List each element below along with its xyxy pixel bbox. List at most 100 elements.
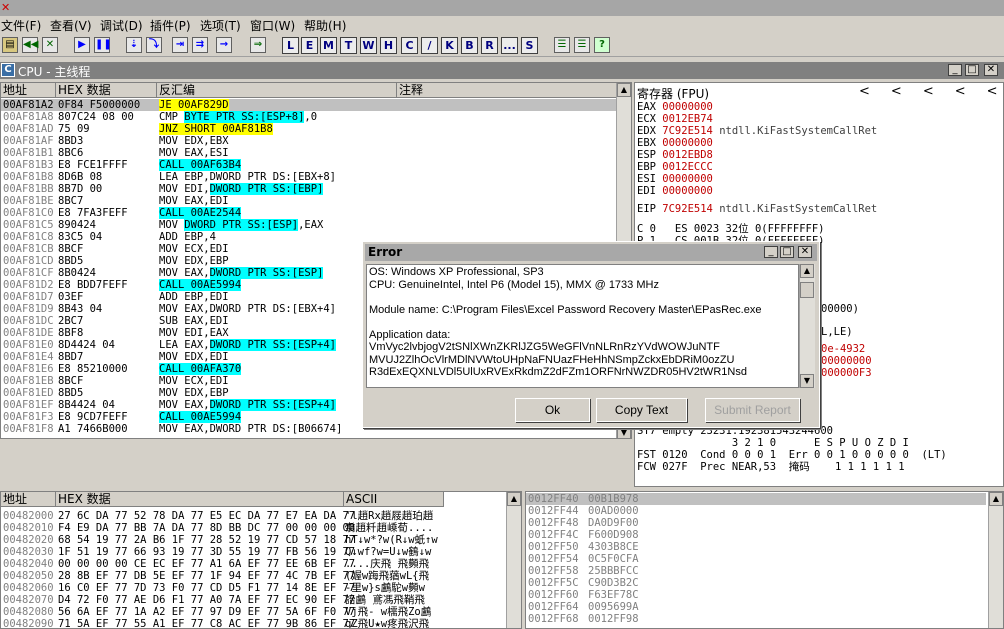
run-icon[interactable]: ▶ bbox=[74, 37, 90, 53]
stack-row[interactable]: 0012FF50 4303B8CE bbox=[526, 541, 986, 553]
disasm-row[interactable]: 00AF81B3 E8 FCE1FFFF CALL 00AF63B4 bbox=[1, 159, 618, 171]
dump-header-address[interactable]: 地址 bbox=[1, 492, 56, 507]
breakpoints-button[interactable]: B bbox=[461, 37, 478, 54]
disasm-row[interactable]: 00AF81AF 8BD3 MOV EDX,EBX bbox=[1, 135, 618, 147]
dump-row[interactable]: 00482080 56 6A EF 77 1A A2 EF 77 97 D9 EF… bbox=[1, 606, 506, 618]
disasm-row[interactable]: 00AF81C5 890424 MOV DWORD PTR SS:[ESP],EAX bbox=[1, 219, 618, 231]
trace-into-icon[interactable]: ⇥ bbox=[172, 37, 188, 53]
register-value[interactable]: 0012ECCC bbox=[656, 161, 713, 173]
dialog-scroll-down-icon[interactable]: ▼ bbox=[800, 374, 814, 388]
stack-row[interactable]: 0012FF68 0012FF98 bbox=[526, 613, 986, 625]
disasm-row[interactable]: 00AF81A8 807C24 08 00 CMP BYTE PTR SS:[ESP… bbox=[1, 111, 618, 123]
disasm-row[interactable]: 00AF81BB 8B7D 00 MOV EDI,DWORD PTR SS:[EBP… bbox=[1, 183, 618, 195]
pause-icon[interactable]: ❚❚ bbox=[94, 37, 112, 53]
source-button[interactable]: S bbox=[521, 37, 538, 54]
scroll-up-icon[interactable]: ▲ bbox=[617, 83, 631, 97]
dialog-minimize-button[interactable]: _ bbox=[764, 246, 778, 258]
execute-till-return-icon[interactable]: → bbox=[216, 37, 232, 53]
windows-button[interactable]: W bbox=[360, 37, 377, 54]
stack-row[interactable]: 0012FF5C C90D3B2C bbox=[526, 577, 986, 589]
menu-view[interactable]: 查看(V) bbox=[50, 17, 92, 34]
stack-row[interactable]: 0012FF40 00B1B978 bbox=[526, 493, 986, 505]
dump-row[interactable]: 00482090 71 5A EF 77 55 A1 EF 77 C8 AC EF… bbox=[1, 618, 506, 628]
register-value[interactable]: 00000000 bbox=[656, 173, 713, 185]
stack-row[interactable]: 0012FF4C F600D908 bbox=[526, 529, 986, 541]
executable-modules-button[interactable]: E bbox=[301, 37, 318, 54]
goto-icon[interactable]: ⇒ bbox=[250, 37, 266, 53]
stack-row[interactable]: 0012FF58 25BBBFCC bbox=[526, 565, 986, 577]
dialog-scroll-up-icon[interactable]: ▲ bbox=[800, 264, 814, 278]
stack-pane[interactable]: 0012FF40 00B1B978 0012FF44 00AD0000 0012FF48… bbox=[525, 491, 1004, 629]
column-header-disasm[interactable]: 反汇编 bbox=[157, 83, 397, 98]
restart-icon[interactable]: ◀◀ bbox=[22, 37, 38, 53]
register-nav-arrow[interactable]: < bbox=[859, 84, 870, 99]
menu-options[interactable]: 选项(T) bbox=[200, 17, 241, 34]
dump-row[interactable]: 00482040 00 00 00 00 CE EC EF 77 A1 6A EF… bbox=[1, 558, 506, 570]
dialog-scroll-thumb[interactable] bbox=[800, 282, 814, 298]
register-nav-arrow[interactable]: < bbox=[891, 84, 902, 99]
memory-map-button[interactable]: M bbox=[320, 37, 337, 54]
error-details-text[interactable]: OS: Windows XP Professional, SP3 CPU: Gen… bbox=[366, 264, 799, 388]
disasm-row[interactable]: 00AF81C0 E8 7FA3FEFF CALL 00AE2544 bbox=[1, 207, 618, 219]
register-value[interactable]: 7C92E514 bbox=[656, 203, 713, 215]
menu-window[interactable]: 窗口(W) bbox=[250, 17, 295, 34]
dump-header-ascii[interactable]: ASCII bbox=[344, 492, 444, 507]
register-value[interactable]: 0012EBD8 bbox=[656, 149, 713, 161]
register-value[interactable]: 00000000 bbox=[656, 137, 713, 149]
column-header-comment[interactable]: 注释 bbox=[397, 83, 618, 98]
dump-row[interactable]: 00482050 28 8B EF 77 DB 5E EF 77 1F 94 EF… bbox=[1, 570, 506, 582]
stack-scroll-up-icon[interactable]: ▲ bbox=[989, 492, 1003, 506]
patches-button[interactable]: / bbox=[421, 37, 438, 54]
dump-scrollbar[interactable]: ▲ bbox=[506, 492, 521, 628]
submit-report-button[interactable]: Submit Report bbox=[705, 398, 800, 422]
menu-help[interactable]: 帮助(H) bbox=[304, 17, 346, 34]
column-header-hex[interactable]: HEX 数据 bbox=[56, 83, 157, 98]
register-nav-arrow[interactable]: < bbox=[955, 84, 966, 99]
dump-row[interactable]: 00482000 27 6C DA 77 52 78 DA 77 E5 EC DA… bbox=[1, 510, 506, 522]
disasm-row[interactable]: 00AF81B8 8D6B 08 LEA EBP,DWORD PTR DS:[EBX… bbox=[1, 171, 618, 183]
handles-button[interactable]: H bbox=[380, 37, 397, 54]
register-nav-arrow[interactable]: < bbox=[923, 84, 934, 99]
stack-row[interactable]: 0012FF54 0C5F0CFA bbox=[526, 553, 986, 565]
open-icon[interactable]: ▤ bbox=[2, 37, 18, 53]
dialog-maximize-button[interactable]: □ bbox=[780, 246, 794, 258]
copy-text-button[interactable]: Copy Text bbox=[596, 398, 687, 422]
bug-icon[interactable]: ✕ bbox=[1, 1, 10, 14]
stack-row[interactable]: 0012FF44 00AD0000 bbox=[526, 505, 986, 517]
stack-row[interactable]: 0012FF60 F63EF78C bbox=[526, 589, 986, 601]
dump-row[interactable]: 00482010 F4 E9 DA 77 BB 7A DA 77 8D BB DC… bbox=[1, 522, 506, 534]
stack-row[interactable]: 0012FF64 0095699A bbox=[526, 601, 986, 613]
column-header-address[interactable]: 地址 bbox=[1, 83, 56, 98]
minimize-button[interactable]: _ bbox=[948, 64, 962, 76]
dump-header-hex[interactable]: HEX 数据 bbox=[56, 492, 344, 507]
dump-scroll-up-icon[interactable]: ▲ bbox=[507, 492, 521, 506]
register-value[interactable]: 7C92E514 bbox=[656, 125, 713, 137]
options-list-icon[interactable]: ☰ bbox=[574, 37, 590, 53]
trace-over-icon[interactable]: ⇉ bbox=[192, 37, 208, 53]
dump-row[interactable]: 00482030 1F 51 19 77 66 93 19 77 3D 55 19… bbox=[1, 546, 506, 558]
disasm-row[interactable]: 00AF81AD 75 09 JNZ SHORT 00AF81B8 bbox=[1, 123, 618, 135]
disasm-row[interactable]: 00AF81B1 8BC6 MOV EAX,ESI bbox=[1, 147, 618, 159]
close-icon[interactable]: ✕ bbox=[42, 37, 58, 53]
disasm-row[interactable]: 00AF81A2 0F84 F5000000 JE 00AF829D bbox=[1, 99, 618, 111]
disasm-row[interactable]: 00AF81BE 8BC7 MOV EAX,EDI bbox=[1, 195, 618, 207]
register-nav-arrow[interactable]: < bbox=[987, 84, 998, 99]
run-trace-button[interactable]: ... bbox=[501, 37, 518, 54]
threads-button[interactable]: T bbox=[340, 37, 357, 54]
maximize-button[interactable]: □ bbox=[965, 64, 979, 76]
dump-row[interactable]: 00482020 68 54 19 77 2A B6 1F 77 28 52 19… bbox=[1, 534, 506, 546]
references-button[interactable]: R bbox=[481, 37, 498, 54]
dialog-scrollbar[interactable]: ▲ ▼ bbox=[799, 264, 815, 388]
step-over-icon[interactable]: ⤵ bbox=[146, 37, 162, 53]
call-stack-button[interactable]: K bbox=[441, 37, 458, 54]
menu-file[interactable]: 文件(F) bbox=[1, 17, 41, 34]
register-value[interactable]: 00000000 bbox=[656, 185, 713, 197]
menu-plugins[interactable]: 插件(P) bbox=[150, 17, 191, 34]
close-window-button[interactable]: ✕ bbox=[984, 64, 998, 76]
list-icon[interactable]: ☰ bbox=[554, 37, 570, 53]
memory-dump-pane[interactable]: 地址 HEX 数据 ASCII 00482000 27 6C DA 77 52 7… bbox=[0, 491, 522, 629]
log-window-button[interactable]: L bbox=[282, 37, 299, 54]
stack-scrollbar[interactable]: ▲ bbox=[988, 492, 1003, 628]
stack-row[interactable]: 0012FF48 DA0D9F00 bbox=[526, 517, 986, 529]
register-value[interactable]: 0012EB74 bbox=[656, 113, 713, 125]
